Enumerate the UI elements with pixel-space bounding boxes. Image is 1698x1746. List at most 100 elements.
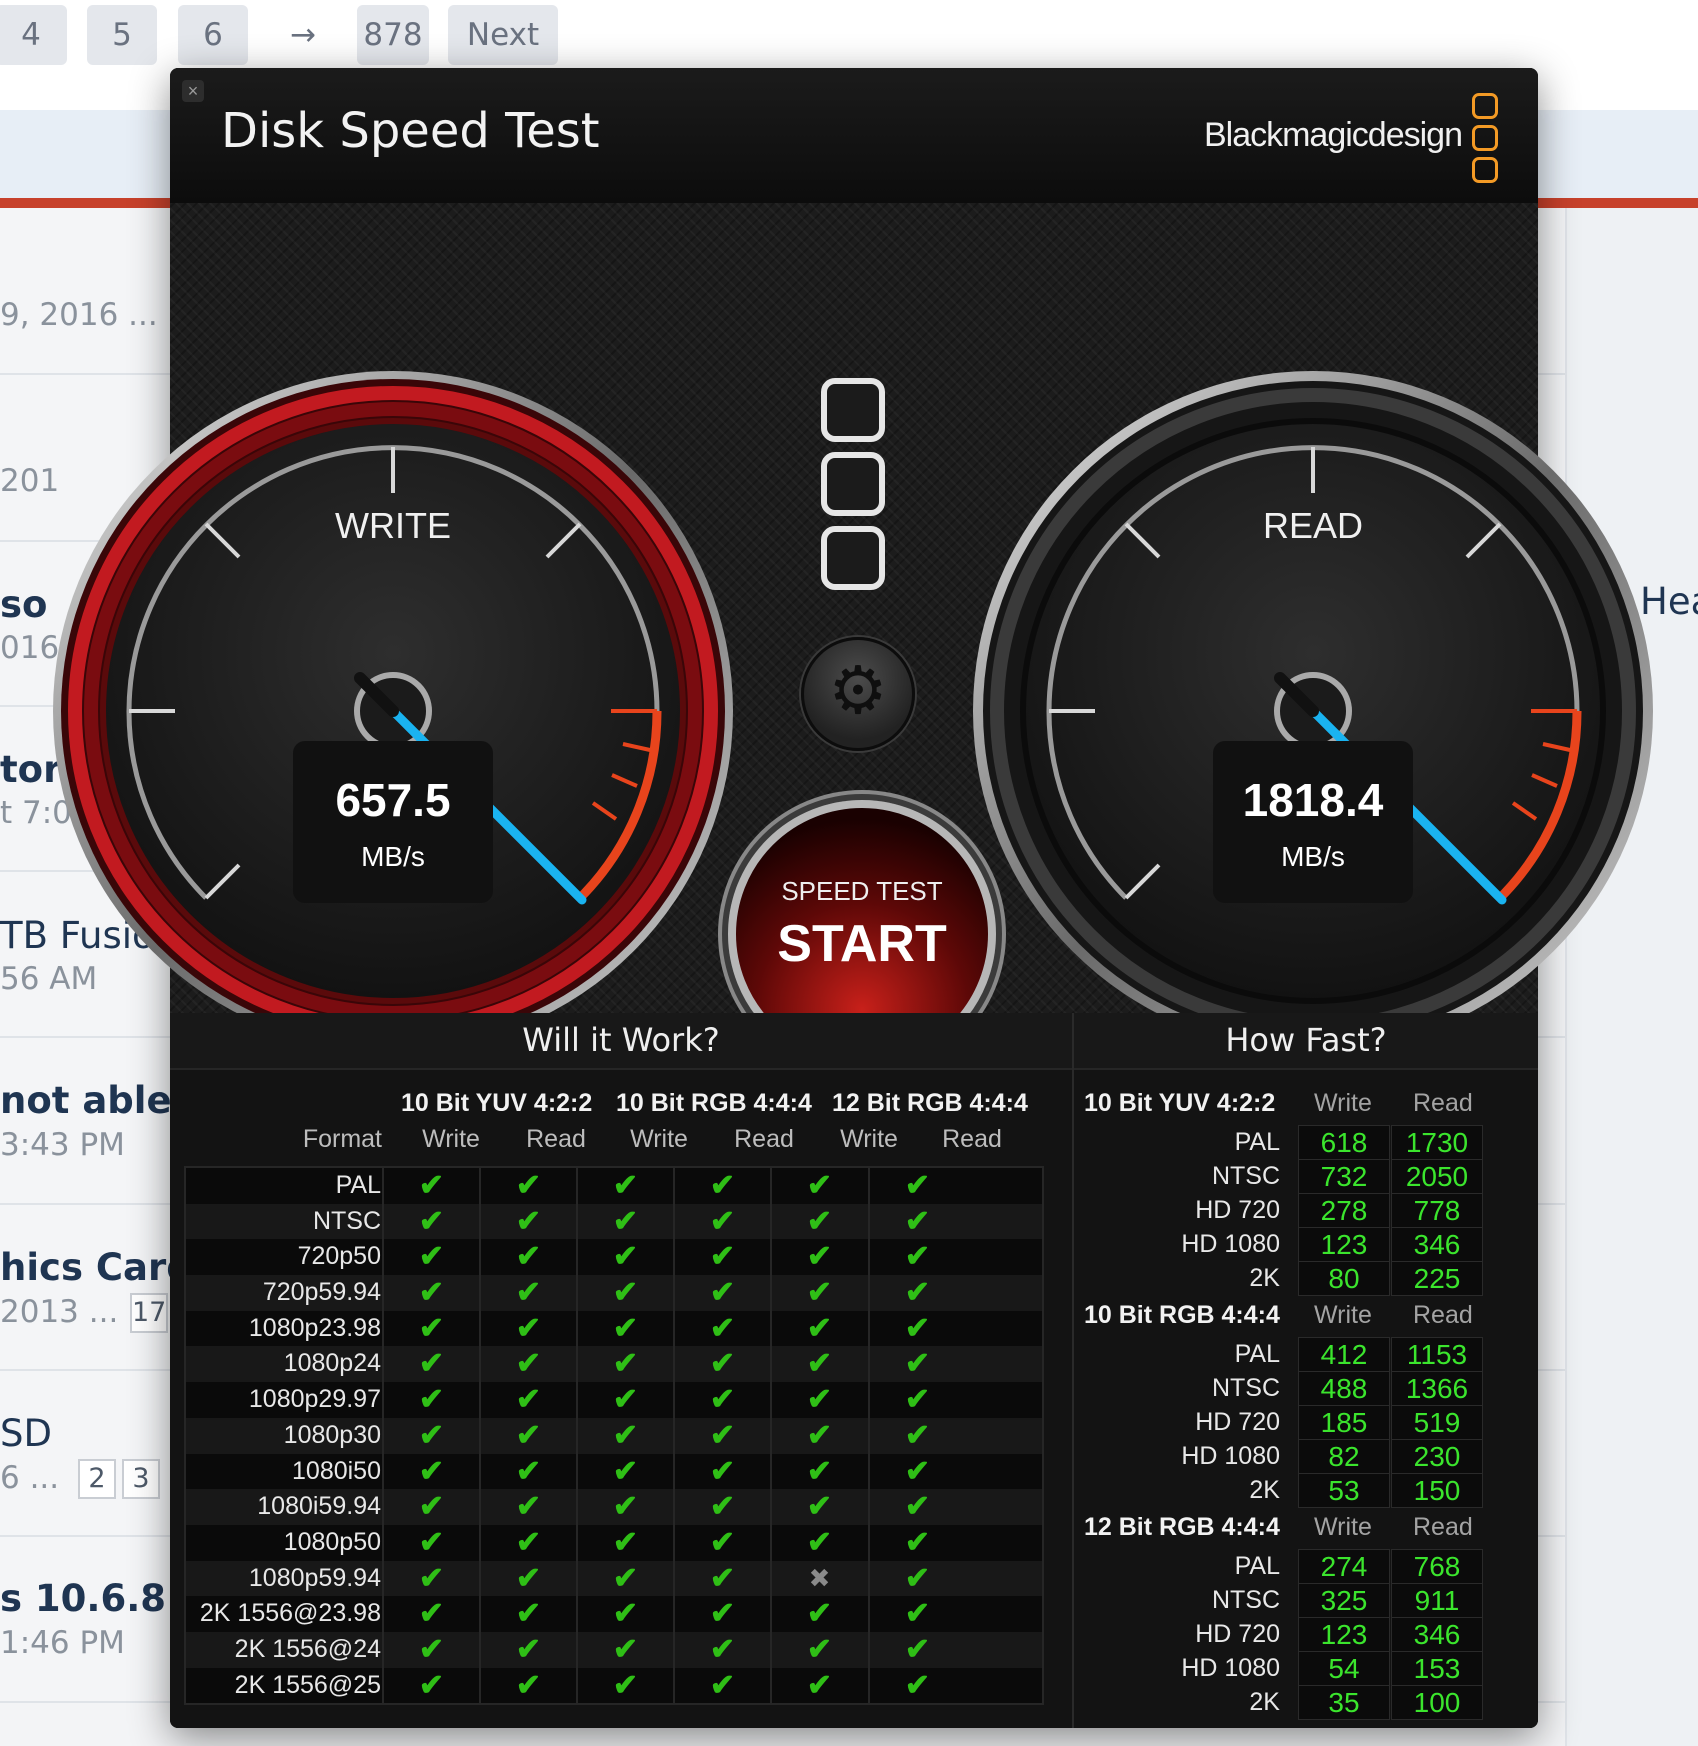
- read-readout: 1818.4 MB/s: [1213, 741, 1413, 903]
- check-icon: ✔: [673, 1275, 770, 1311]
- check-icon: ✔: [382, 1275, 479, 1311]
- group-header: 10 Bit YUV 4:2:2: [401, 1089, 593, 1117]
- format-row: 2K 1556@24 ✔ ✔ ✔ ✔ ✔ ✔: [186, 1631, 1042, 1668]
- thread-page-link[interactable]: 17: [130, 1293, 168, 1333]
- cross-icon: ✖: [770, 1560, 867, 1597]
- format-row: 2K 1556@25 ✔ ✔ ✔ ✔ ✔ ✔: [186, 1667, 1042, 1704]
- format-label: 1080p50: [283, 1527, 381, 1556]
- write-fps-value: 732: [1298, 1159, 1390, 1194]
- read-column-header: Read: [1413, 1301, 1473, 1329]
- check-icon: ✔: [479, 1346, 576, 1383]
- write-fps-value: 278: [1298, 1193, 1390, 1228]
- check-icon: ✔: [770, 1417, 867, 1454]
- format-row: 720p50 ✔ ✔ ✔ ✔ ✔ ✔: [186, 1239, 1042, 1276]
- check-icon: ✔: [576, 1631, 673, 1668]
- write-speed-unit: MB/s: [361, 841, 425, 872]
- gauge-panel: WRITE READ 657.5 MB/s 1818.4 MB/s ⚙ SPEE…: [53, 203, 1653, 1068]
- page-arrow-button[interactable]: →: [268, 5, 338, 65]
- check-icon: ✔: [673, 1417, 770, 1454]
- thread-title[interactable]: hics Card: [0, 1246, 193, 1289]
- read-fps-value: 2050: [1391, 1159, 1483, 1194]
- check-icon: ✔: [576, 1239, 673, 1276]
- check-icon: ✔: [479, 1239, 576, 1276]
- page-6-button[interactable]: 6: [178, 5, 248, 65]
- format-label: 2K 1556@24: [234, 1634, 381, 1663]
- check-icon: ✔: [382, 1417, 479, 1454]
- check-icon: ✔: [868, 1382, 965, 1418]
- write-fps-value: 274: [1298, 1549, 1390, 1584]
- format-row: 1080p24 ✔ ✔ ✔ ✔ ✔ ✔: [186, 1346, 1042, 1383]
- check-icon: ✔: [479, 1453, 576, 1490]
- read-fps-value: 1730: [1391, 1125, 1483, 1160]
- check-icon: ✔: [576, 1596, 673, 1632]
- check-icon: ✔: [479, 1275, 576, 1311]
- thread-meta: 1:46 PM: [0, 1625, 125, 1661]
- start-button-caption: SPEED TEST: [781, 876, 943, 906]
- speed-row-label: NTSC: [1211, 1374, 1280, 1402]
- thread-page-link[interactable]: 2: [78, 1459, 116, 1499]
- write-column-header: Write: [1314, 1513, 1372, 1541]
- read-speed-unit: MB/s: [1281, 841, 1345, 872]
- speed-row: HD 1080 54 153: [1084, 1651, 1524, 1686]
- column-header: Read: [526, 1125, 586, 1153]
- read-fps-value: 230: [1391, 1439, 1483, 1474]
- settings-button[interactable]: ⚙: [801, 637, 915, 751]
- read-fps-value: 519: [1391, 1405, 1483, 1440]
- check-icon: ✔: [770, 1310, 867, 1347]
- page-4-button[interactable]: 4: [0, 5, 67, 65]
- check-icon: ✔: [382, 1453, 479, 1490]
- check-icon: ✔: [868, 1310, 965, 1347]
- check-icon: ✔: [382, 1239, 479, 1276]
- check-icon: ✔: [382, 1667, 479, 1704]
- close-button[interactable]: ×: [182, 80, 204, 102]
- format-row: 720p59.94 ✔ ✔ ✔ ✔ ✔ ✔: [186, 1275, 1042, 1311]
- speed-row: PAL 412 1153: [1084, 1337, 1524, 1372]
- check-icon: ✔: [479, 1524, 576, 1561]
- format-row: 2K 1556@23.98 ✔ ✔ ✔ ✔ ✔ ✔: [186, 1596, 1042, 1632]
- thread-title[interactable]: s 10.6.8: [0, 1577, 166, 1620]
- thread-page-link[interactable]: 3: [122, 1459, 160, 1499]
- speed-row-label: 2K: [1249, 1476, 1280, 1504]
- format-label: NTSC: [312, 1206, 381, 1235]
- format-label: 1080p59.94: [248, 1563, 381, 1592]
- read-fps-value: 225: [1391, 1261, 1483, 1296]
- check-icon: ✔: [868, 1631, 965, 1668]
- check-icon: ✔: [868, 1275, 965, 1311]
- check-icon: ✔: [673, 1453, 770, 1490]
- check-icon: ✔: [576, 1453, 673, 1490]
- speed-row-label: 2K: [1249, 1264, 1280, 1292]
- check-icon: ✔: [576, 1168, 673, 1204]
- format-label: 2K 1556@23.98: [199, 1599, 381, 1628]
- format-row: 1080p30 ✔ ✔ ✔ ✔ ✔ ✔: [186, 1417, 1042, 1454]
- check-icon: ✔: [576, 1417, 673, 1454]
- format-row: 1080i50 ✔ ✔ ✔ ✔ ✔ ✔: [186, 1453, 1042, 1490]
- check-icon: ✔: [382, 1168, 479, 1204]
- check-icon: ✔: [868, 1203, 965, 1240]
- read-fps-value: 768: [1391, 1549, 1483, 1584]
- check-icon: ✔: [770, 1382, 867, 1418]
- check-icon: ✔: [868, 1489, 965, 1525]
- column-header: Write: [630, 1125, 688, 1153]
- check-icon: ✔: [868, 1667, 965, 1704]
- check-icon: ✔: [673, 1168, 770, 1204]
- thread-title[interactable]: SD: [0, 1412, 52, 1455]
- speed-row: NTSC 488 1366: [1084, 1371, 1524, 1406]
- speed-row: PAL 274 768: [1084, 1549, 1524, 1584]
- write-fps-value: 123: [1298, 1617, 1390, 1652]
- page-878-button[interactable]: 878: [357, 5, 429, 65]
- thread-meta: 2013 ...: [0, 1294, 119, 1330]
- check-icon: ✔: [382, 1489, 479, 1525]
- read-fps-value: 346: [1391, 1617, 1483, 1652]
- check-icon: ✔: [673, 1382, 770, 1418]
- format-label: 1080p30: [283, 1420, 381, 1449]
- check-icon: ✔: [673, 1489, 770, 1525]
- will-it-work-title: Will it Work?: [522, 1021, 720, 1059]
- check-icon: ✔: [479, 1417, 576, 1454]
- check-icon: ✔: [868, 1560, 965, 1597]
- page-next-button[interactable]: Next: [448, 5, 558, 65]
- speed-row-label: 2K: [1249, 1688, 1280, 1716]
- check-icon: ✔: [868, 1168, 965, 1204]
- speed-row: HD 720 123 346: [1084, 1617, 1524, 1652]
- thread-meta: 6 ...: [0, 1460, 60, 1496]
- page-5-button[interactable]: 5: [87, 5, 157, 65]
